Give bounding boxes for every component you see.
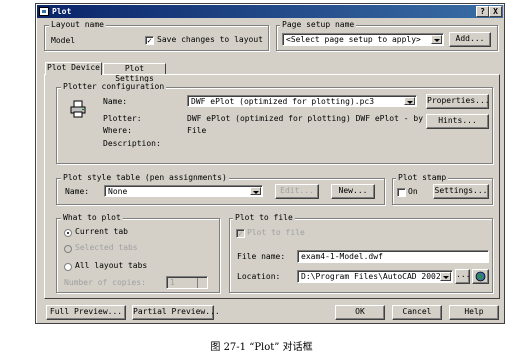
what-to-plot-group-label: What to plot xyxy=(61,213,123,222)
location-label: Location: xyxy=(237,272,281,281)
plot-style-group-label: Plot style table (pen assignments) xyxy=(61,173,229,182)
plotter-config-group-label: Plotter configuration xyxy=(61,82,167,91)
file-name-input[interactable]: exam4-1-Model.dwf xyxy=(297,250,489,263)
plot-to-file-checkbox-label: Plot to file xyxy=(247,228,305,237)
chevron-down-icon[interactable] xyxy=(404,97,415,105)
save-changes-label: Save changes to layout xyxy=(157,35,263,44)
printer-icon xyxy=(70,100,86,118)
chevron-down-icon[interactable] xyxy=(431,35,442,44)
location-value: D:\Program Files\AutoCAD 2002\ xyxy=(301,272,446,281)
plot-to-file-group-label: Plot to file xyxy=(233,213,295,222)
browse-location-button[interactable]: ... xyxy=(455,269,470,284)
plotter-name-label: Name: xyxy=(103,97,128,106)
radio-current-tab[interactable] xyxy=(64,229,72,237)
plot-stamp-settings-button[interactable]: Settings... xyxy=(433,184,489,199)
close-title-button[interactable]: X xyxy=(489,6,502,17)
chevron-down-icon[interactable] xyxy=(440,272,451,281)
plotter-name-dropdown[interactable]: DWF ePlot (optimized for plotting).pc3 xyxy=(187,95,417,107)
where-value: File xyxy=(187,126,207,135)
file-name-value: exam4-1-Model.dwf xyxy=(301,252,383,261)
page-setup-selected: <Select page setup to apply> xyxy=(286,35,421,44)
plot-style-value: None xyxy=(108,187,128,196)
plot-stamp-on-label: On xyxy=(408,187,418,196)
hints-button[interactable]: Hints... xyxy=(426,114,489,129)
radio-all-layout-tabs-label: All layout tabs xyxy=(75,261,148,270)
cancel-button[interactable]: Cancel xyxy=(392,305,442,320)
radio-current-tab-label: Current tab xyxy=(75,227,128,236)
plot-style-dropdown[interactable]: None xyxy=(104,185,263,197)
edit-plot-style-button[interactable]: Edit... xyxy=(275,184,319,199)
copies-value: 1 xyxy=(170,278,175,287)
plot-stamp-on-checkbox[interactable] xyxy=(397,188,406,197)
window-title: Plot xyxy=(52,7,72,16)
properties-button[interactable]: Properties... xyxy=(426,94,490,109)
plotter-value: DWF ePlot (optimized for plotting) DWF e… xyxy=(187,114,424,123)
where-label: Where: xyxy=(103,126,132,135)
radio-all-layout-tabs[interactable] xyxy=(64,263,72,271)
help-title-button[interactable]: ? xyxy=(476,6,489,17)
help-button[interactable]: Help xyxy=(449,305,499,320)
chevron-down-icon[interactable] xyxy=(250,187,261,195)
browse-web-button[interactable] xyxy=(472,269,489,284)
add-page-setup-button[interactable]: Add... xyxy=(449,32,491,47)
new-plot-style-button[interactable]: New... xyxy=(331,184,375,199)
full-preview-button[interactable]: Full Preview... xyxy=(46,305,126,320)
copies-label: Number of copies: xyxy=(64,278,146,287)
stepper-arrows-icon[interactable] xyxy=(197,278,206,288)
page-setup-group-label: Page setup name xyxy=(280,20,357,29)
plot-to-file-checkbox[interactable]: ✓ xyxy=(236,229,245,238)
plot-style-name-label: Name: xyxy=(65,187,90,196)
title-bar[interactable]: Plot ? X xyxy=(37,5,503,18)
radio-selected-tabs-label: Selected tabs xyxy=(75,243,138,252)
description-label: Description: xyxy=(103,139,161,148)
app-icon xyxy=(39,7,49,16)
layout-name-value: Model xyxy=(51,36,76,45)
tab-plot-device[interactable]: Plot Device xyxy=(45,62,102,75)
page-setup-dropdown[interactable]: <Select page setup to apply> xyxy=(282,33,444,46)
figure-caption: 图 27-1 “Plot” 对话框 xyxy=(210,342,313,353)
copies-stepper[interactable]: 1 xyxy=(166,276,208,289)
ok-button[interactable]: OK xyxy=(335,305,385,320)
plot-stamp-group-label: Plot stamp xyxy=(396,173,449,182)
plotter-name-value: DWF ePlot (optimized for plotting).pc3 xyxy=(191,97,375,106)
radio-selected-tabs[interactable] xyxy=(64,245,72,253)
location-dropdown[interactable]: D:\Program Files\AutoCAD 2002\ xyxy=(297,270,453,283)
globe-folder-icon xyxy=(475,271,486,282)
partial-preview-button[interactable]: Partial Preview... xyxy=(132,305,220,320)
save-changes-checkbox[interactable]: ✓ xyxy=(145,36,154,45)
plotter-label: Plotter: xyxy=(103,114,142,123)
file-name-label: File name: xyxy=(237,252,286,261)
layout-name-group-label: Layout name xyxy=(49,20,106,29)
